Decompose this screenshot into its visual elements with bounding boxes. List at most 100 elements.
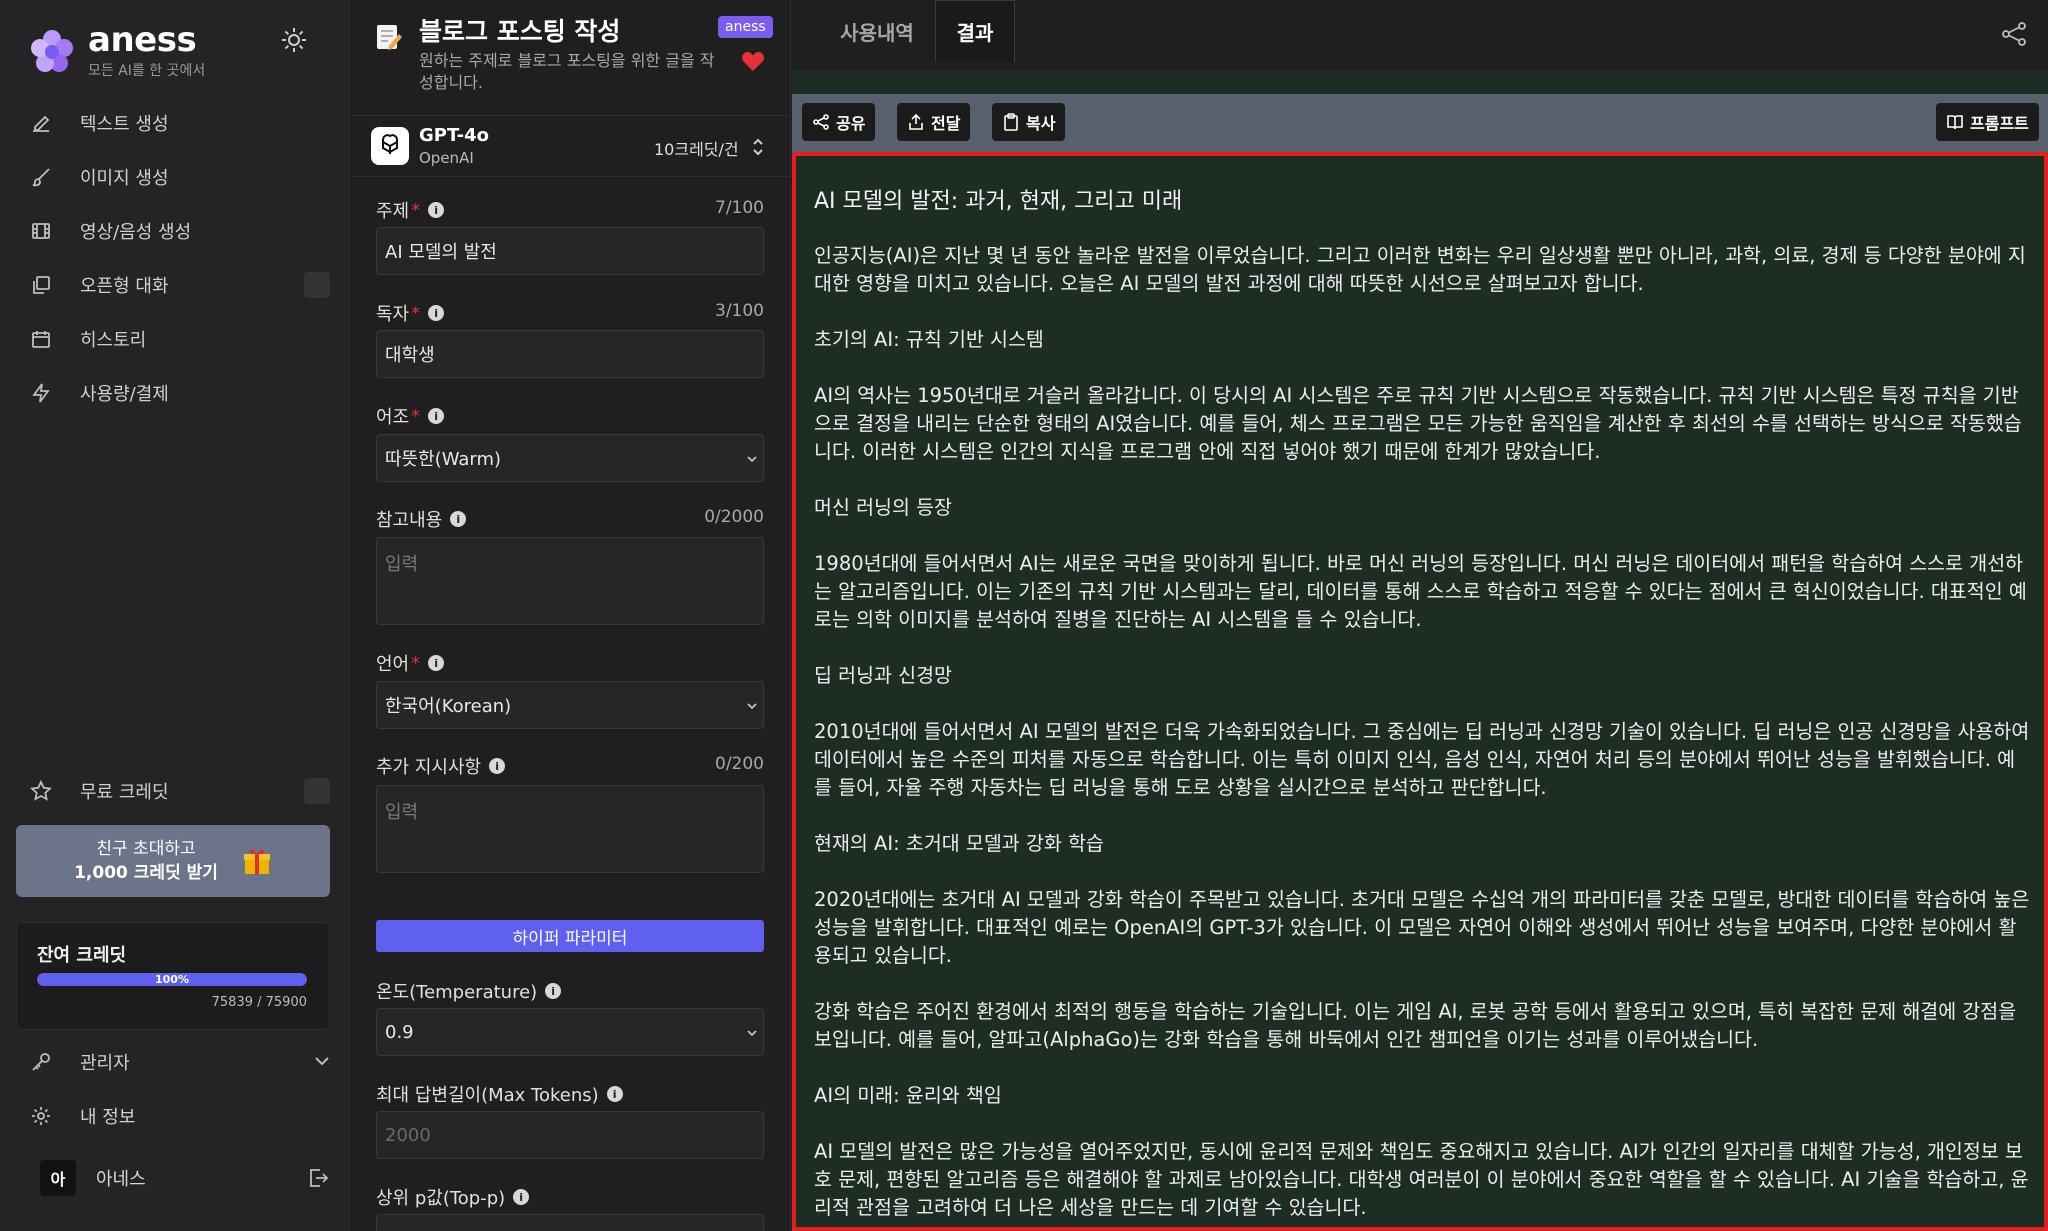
form-panel: 블로그 포스팅 작성 원하는 주제로 블로그 포스팅을 위한 글을 작성합니다.… <box>351 0 791 1231</box>
top-p-label: 상위 p값(Top-p) i <box>376 1184 530 1210</box>
nav-free-credit[interactable]: 무료 크레딧 <box>30 764 330 818</box>
article-title: AI 모델의 발전: 과거, 현재, 그리고 미래 <box>814 189 1183 214</box>
brand-tagline: 모든 AI를 한 곳에서 <box>88 63 206 79</box>
admin-label: 관리자 <box>80 1053 130 1074</box>
credit-progress-bar: 100% <box>37 973 307 986</box>
info-icon[interactable]: i <box>606 1086 623 1102</box>
upload-icon <box>909 113 923 130</box>
audience-input[interactable]: 대학생 <box>376 330 764 378</box>
brand-name: aness <box>88 20 197 60</box>
chevron-down-icon <box>747 1030 757 1037</box>
nav-label: 이미지 생성 <box>80 168 169 189</box>
add-free-credit-button[interactable] <box>304 778 330 804</box>
article-heading: 머신 러닝의 등장 <box>814 496 952 519</box>
my-info-label: 내 정보 <box>80 1107 136 1128</box>
temperature-label-text: 온도(Temperature) <box>376 982 538 1003</box>
info-icon[interactable]: i <box>450 511 467 527</box>
audience-label: 독자 * i <box>376 300 445 326</box>
chevron-down-icon <box>747 703 757 710</box>
sun-icon[interactable] <box>280 26 308 54</box>
free-credit-section: 무료 크레딧 <box>30 764 330 818</box>
prompt-button[interactable]: 프롬프트 <box>1936 103 2039 141</box>
copy-label: 복사 <box>1026 114 1056 133</box>
sort-icon <box>753 138 763 156</box>
info-icon[interactable]: i <box>513 1189 530 1205</box>
extra-label-text: 추가 지시사항 <box>376 757 482 778</box>
temperature-select[interactable]: 0.9 <box>376 1008 764 1056</box>
topic-label: 주제 * i <box>376 197 445 223</box>
heart-icon[interactable] <box>741 50 765 72</box>
nav-label: 히스토리 <box>80 330 147 351</box>
memo-icon <box>377 25 402 50</box>
nav-label: 영상/음성 생성 <box>80 222 192 243</box>
tone-value: 따뜻한(Warm) <box>385 449 502 470</box>
article-paragraph: 2010년대에 들어서면서 AI 모델의 발전은 더욱 가속화되었습니다. 그 … <box>814 720 2030 799</box>
info-icon[interactable]: i <box>428 305 445 321</box>
topic-input[interactable]: AI 모델의 발전 <box>376 227 764 275</box>
info-icon[interactable]: i <box>428 655 445 671</box>
logout-icon[interactable] <box>306 1166 330 1190</box>
result-tabs: 사용내역 결과 <box>792 0 2048 70</box>
result-panel: 사용내역 결과 공유 전달 복사 프롬프트 AI 모델의 발전: 과거, 현재,… <box>792 0 2048 1231</box>
audience-label-text: 독자 <box>376 304 410 325</box>
language-value: 한국어(Korean) <box>385 696 512 717</box>
gift-icon <box>243 849 270 874</box>
invite-friend-button[interactable]: 친구 초대하고 1,000 크레딧 받기 <box>16 825 330 897</box>
invite-line2: 1,000 크레딧 받기 <box>74 863 218 883</box>
nav-open-chat[interactable]: 오픈형 대화 <box>30 258 330 312</box>
extra-instruction-textarea[interactable]: 입력 <box>376 785 764 873</box>
user-profile[interactable]: 아 아네스 <box>40 1160 330 1196</box>
nav-text-generation[interactable]: 텍스트 생성 <box>30 96 330 150</box>
nav-admin[interactable]: 관리자 <box>30 1035 330 1089</box>
max-tokens-label-text: 최대 답변길이(Max Tokens) <box>376 1085 599 1106</box>
clipboard-icon <box>1004 113 1018 131</box>
nav-history[interactable]: 히스토리 <box>30 312 330 366</box>
tool-tag: aness <box>718 16 773 38</box>
language-select[interactable]: 한국어(Korean) <box>376 681 764 729</box>
share-icon[interactable] <box>2000 20 2028 48</box>
info-icon[interactable]: i <box>545 983 562 999</box>
reference-textarea[interactable]: 입력 <box>376 537 764 625</box>
brand[interactable]: aness 모든 AI를 한 곳에서 <box>28 22 205 80</box>
tab-result[interactable]: 결과 <box>935 0 1015 62</box>
nav-video-audio-generation[interactable]: 영상/음성 생성 <box>30 204 330 258</box>
openai-logo-icon <box>371 127 409 165</box>
forward-label: 전달 <box>931 114 961 133</box>
model-selector[interactable]: GPT-4o OpenAI 10크레딧/건 <box>351 117 790 177</box>
required-mark: * <box>411 405 421 427</box>
add-chat-button[interactable] <box>304 272 330 298</box>
topic-label-text: 주제 <box>376 201 410 222</box>
share-icon <box>813 114 829 130</box>
hyper-parameter-button[interactable]: 하이퍼 파라미터 <box>376 920 764 952</box>
article-paragraph: AI의 역사는 1950년대로 거슬러 올라갑니다. 이 당시의 AI 시스템은… <box>814 384 2022 463</box>
language-label: 언어 * i <box>376 650 445 676</box>
tone-label: 어조 * i <box>376 403 445 429</box>
extra-count: 0/200 <box>715 754 764 774</box>
tab-history[interactable]: 사용내역 <box>822 0 932 62</box>
max-tokens-input[interactable]: 2000 <box>376 1111 764 1159</box>
edit-icon <box>33 115 50 132</box>
reference-label-text: 참고내용 <box>376 510 443 531</box>
nav-image-generation[interactable]: 이미지 생성 <box>30 150 330 204</box>
remaining-credit-card: 잔여 크레딧 100% 75839 / 75900 <box>16 922 330 1030</box>
share-button[interactable]: 공유 <box>802 103 876 141</box>
forward-button[interactable]: 전달 <box>897 103 971 141</box>
model-price: 10크레딧/건 <box>654 140 739 159</box>
info-icon[interactable]: i <box>428 202 445 218</box>
article-paragraph: 2020년대에는 초거대 AI 모델과 강화 학습이 주목받고 있습니다. 초거… <box>814 888 2030 967</box>
credit-progress-fill: 100% <box>37 973 307 986</box>
brush-icon <box>32 168 50 187</box>
share-label: 공유 <box>836 114 866 133</box>
audience-count: 3/100 <box>715 301 764 321</box>
nav-label: 텍스트 생성 <box>80 114 169 135</box>
copy-button[interactable]: 복사 <box>992 103 1066 141</box>
nav-my-info[interactable]: 내 정보 <box>30 1089 330 1143</box>
nav-usage-billing[interactable]: 사용량/결제 <box>30 366 330 420</box>
info-icon[interactable]: i <box>489 758 506 774</box>
info-icon[interactable]: i <box>428 408 445 424</box>
top-p-select[interactable] <box>376 1214 764 1231</box>
user-name: 아네스 <box>96 1169 146 1190</box>
article-paragraph: AI 모델의 발전은 많은 가능성을 열어주었지만, 동시에 윤리적 문제와 책… <box>814 1140 2029 1219</box>
nav-label: 오픈형 대화 <box>80 276 169 297</box>
tone-select[interactable]: 따뜻한(Warm) <box>376 434 764 482</box>
